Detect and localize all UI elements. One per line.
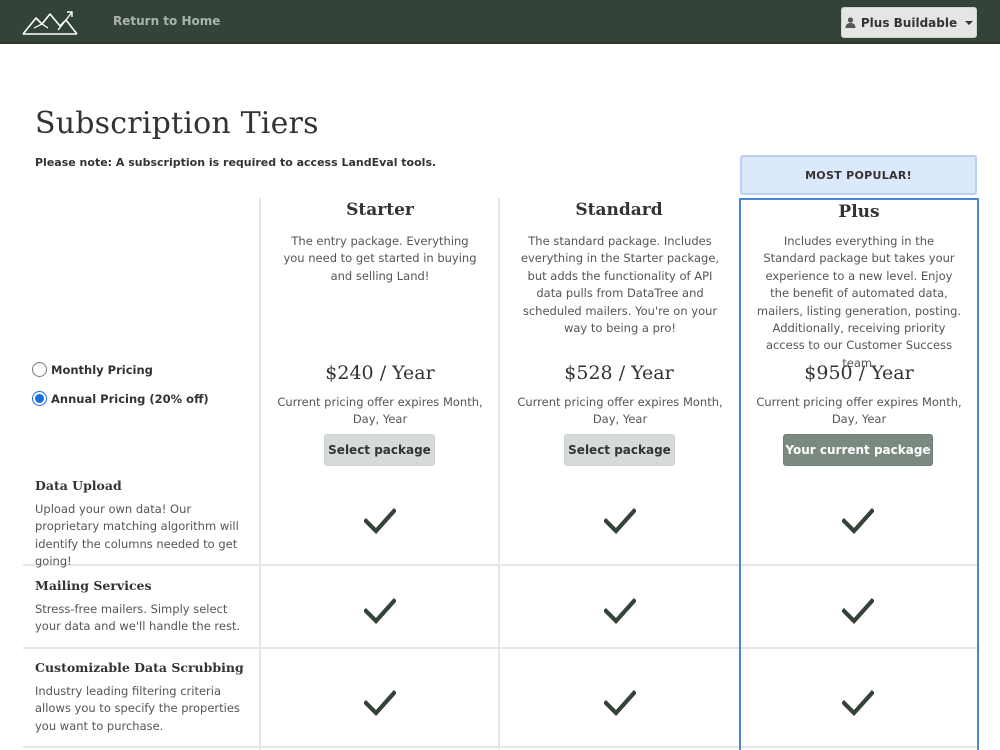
tier-price-plus: $950 / Year: [804, 362, 914, 384]
column-divider: [498, 198, 500, 750]
monthly-pricing-label: Monthly Pricing: [51, 362, 153, 377]
tier-price-starter: $240 / Year: [325, 362, 435, 384]
checkmark-icon: [364, 690, 396, 716]
user-icon: [845, 17, 856, 28]
tier-name-starter: Starter: [346, 200, 414, 220]
tier-description-plus: Includes everything in the Standard pack…: [756, 234, 962, 370]
tier-description-starter: The entry package. Everything you need t…: [283, 234, 477, 283]
feature-description: Stress-free mailers. Simply select your …: [35, 602, 241, 634]
checkmark-icon: [604, 508, 636, 534]
checkmark-icon: [604, 598, 636, 624]
most-popular-badge: MOST POPULAR!: [740, 155, 977, 195]
column-divider: [259, 198, 261, 750]
tier-name-plus: Plus: [838, 202, 880, 222]
current-package-button[interactable]: Your current package: [783, 434, 933, 466]
tier-description-standard: The standard package. Includes everythin…: [520, 234, 720, 336]
select-standard-button[interactable]: Select package: [564, 434, 675, 466]
user-menu-button[interactable]: Plus Buildable: [841, 7, 977, 38]
monthly-radio[interactable]: [32, 362, 47, 377]
annual-pricing-option[interactable]: Annual Pricing (20% off): [32, 391, 209, 406]
select-starter-button[interactable]: Select package: [324, 434, 435, 466]
checkmark-icon: [364, 508, 396, 534]
page-title: Subscription Tiers: [35, 106, 319, 141]
annual-radio[interactable]: [32, 391, 47, 406]
checkmark-icon: [842, 690, 874, 716]
tier-expires-plus: Current pricing offer expires Month, Day…: [756, 395, 962, 426]
monthly-pricing-option[interactable]: Monthly Pricing: [32, 362, 153, 377]
caret-down-icon: [965, 20, 974, 25]
feature-title: Mailing Services: [35, 578, 152, 593]
feature-description: Industry leading filtering criteria allo…: [35, 684, 240, 733]
feature-title: Customizable Data Scrubbing: [35, 660, 244, 675]
tier-price-standard: $528 / Year: [564, 362, 674, 384]
tier-expires-starter: Current pricing offer expires Month, Day…: [277, 395, 483, 426]
feature-description: Upload your own data! Our proprietary ma…: [35, 502, 239, 569]
annual-pricing-label: Annual Pricing (20% off): [51, 391, 209, 406]
feature-title: Data Upload: [35, 478, 122, 493]
checkmark-icon: [842, 508, 874, 534]
subscription-note: Please note: A subscription is required …: [35, 156, 437, 169]
tier-expires-standard: Current pricing offer expires Month, Day…: [517, 395, 723, 426]
return-home-link[interactable]: Return to Home: [113, 14, 220, 28]
navbar: Return to Home Plus Buildable: [0, 0, 1000, 44]
user-menu-label: Plus Buildable: [860, 15, 958, 30]
checkmark-icon: [842, 598, 874, 624]
checkmark-icon: [604, 690, 636, 716]
tier-name-standard: Standard: [575, 200, 663, 220]
mountain-logo-icon[interactable]: [22, 8, 78, 35]
checkmark-icon: [364, 598, 396, 624]
